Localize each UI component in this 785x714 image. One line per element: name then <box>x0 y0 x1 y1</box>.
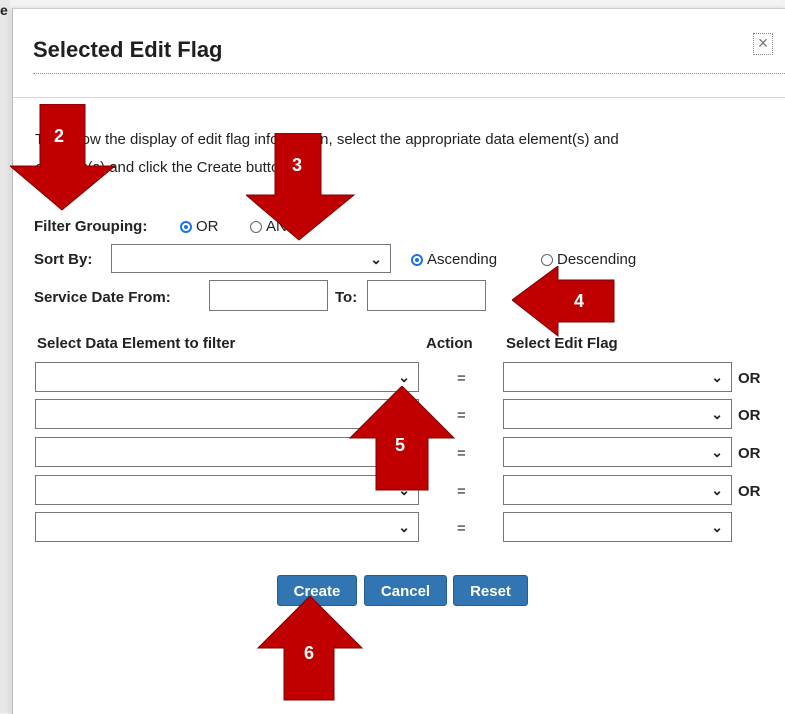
service-date-from-label: Service Date From: <box>34 289 171 306</box>
action-equals-1: = <box>457 370 466 387</box>
action-equals-5: = <box>457 520 466 537</box>
action-equals-2: = <box>457 407 466 424</box>
filter-grouping-or-radio[interactable] <box>180 220 192 233</box>
header-select-data-element: Select Data Element to filter <box>37 335 236 352</box>
filter-grouping-or-label: OR <box>196 218 219 235</box>
edit-flag-select-5[interactable]: ⌄ <box>503 512 732 542</box>
chevron-down-icon: ⌄ <box>711 406 723 422</box>
chevron-down-icon: ⌄ <box>398 369 410 385</box>
row-connector-4: OR <box>738 483 761 500</box>
close-button[interactable]: × <box>753 33 773 55</box>
callout-arrow-3: 3 <box>246 133 356 241</box>
filter-grouping-label: Filter Grouping: <box>34 218 148 235</box>
action-equals-3: = <box>457 445 466 462</box>
callout-number-3: 3 <box>292 155 302 175</box>
callout-arrow-4: 4 <box>512 266 615 338</box>
chevron-down-icon: ⌄ <box>711 519 723 535</box>
filter-grouping-or-option[interactable]: OR <box>180 218 219 235</box>
sort-by-select[interactable]: ⌄ <box>111 244 391 273</box>
row-connector-2: OR <box>738 407 761 424</box>
edit-flag-select-3[interactable]: ⌄ <box>503 437 732 467</box>
callout-number-5: 5 <box>395 435 405 455</box>
sort-by-label: Sort By: <box>34 251 93 268</box>
close-icon: × <box>757 33 769 53</box>
data-element-select-5[interactable]: ⌄ <box>35 512 419 542</box>
sort-descending-radio[interactable] <box>541 253 553 266</box>
row-connector-1: OR <box>738 370 761 387</box>
row-connector-3: OR <box>738 445 761 462</box>
callout-number-4: 4 <box>574 291 584 311</box>
service-date-from-input[interactable] <box>209 280 328 311</box>
callout-arrow-6: 6 <box>256 596 364 701</box>
title-divider <box>33 73 785 74</box>
chevron-down-icon: ⌄ <box>711 482 723 498</box>
cancel-button[interactable]: Cancel <box>364 575 447 606</box>
instructions-line-2: edit flag(s) and click the Create button… <box>35 154 775 182</box>
callout-arrow-2: 2 <box>10 104 117 211</box>
header-action: Action <box>426 335 473 352</box>
background-text: e <box>0 2 8 18</box>
dialog-title: Selected Edit Flag <box>33 37 223 62</box>
callout-number-2: 2 <box>54 126 64 146</box>
action-equals-4: = <box>457 483 466 500</box>
sort-ascending-label: Ascending <box>427 251 498 268</box>
service-date-to-label: To: <box>335 289 358 306</box>
chevron-down-icon: ⌄ <box>398 519 410 535</box>
instructions-text: To narrow the display of edit flag infor… <box>35 126 775 182</box>
chevron-down-icon: ⌄ <box>711 369 723 385</box>
chevron-down-icon: ⌄ <box>370 251 382 267</box>
instructions-line-1: To narrow the display of edit flag infor… <box>35 131 619 148</box>
background-page-strip: e <box>0 0 10 713</box>
edit-flag-select-1[interactable]: ⌄ <box>503 362 732 392</box>
chevron-down-icon: ⌄ <box>711 444 723 460</box>
reset-button[interactable]: Reset <box>453 575 528 606</box>
header-divider <box>13 97 785 98</box>
edit-flag-select-4[interactable]: ⌄ <box>503 475 732 505</box>
edit-flag-select-2[interactable]: ⌄ <box>503 399 732 429</box>
callout-number-6: 6 <box>304 643 314 663</box>
sort-ascending-radio[interactable] <box>411 253 423 266</box>
service-date-to-input[interactable] <box>367 280 486 311</box>
callout-arrow-5: 5 <box>348 386 456 491</box>
edit-flag-dialog: Selected Edit Flag × To narrow the displ… <box>12 8 785 714</box>
sort-ascending-option[interactable]: Ascending <box>411 251 497 268</box>
